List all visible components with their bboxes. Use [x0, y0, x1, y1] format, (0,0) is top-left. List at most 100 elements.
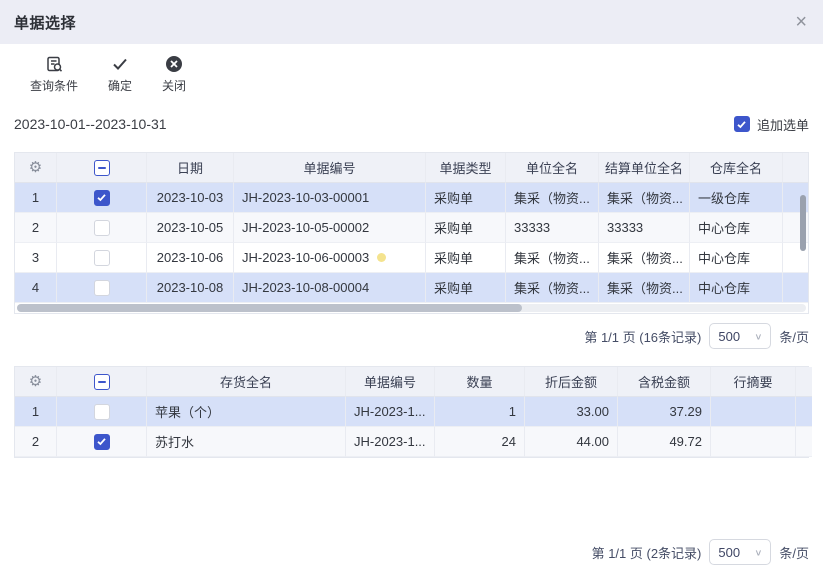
- row-index: 2: [15, 427, 57, 457]
- page-size-value: 500: [718, 544, 741, 560]
- col-header-settle-unit: 结算单位全名: [599, 153, 690, 183]
- column-settings-button[interactable]: ⚙: [15, 367, 57, 397]
- attachment-dot-icon: [377, 253, 387, 262]
- cell-summary: [711, 427, 796, 457]
- confirm-label: 确定: [108, 79, 133, 93]
- cell-doc-no: JH-2023-10-03-00001: [234, 183, 426, 213]
- confirm-check-icon: [111, 54, 129, 74]
- cell-amount: 44.00: [525, 427, 618, 457]
- page-size-unit: 条/页: [779, 545, 809, 561]
- cell-warehouse: 中心仓库: [690, 243, 783, 273]
- cell-doc-type: 采购单: [426, 213, 506, 243]
- vertical-scrollbar-thumb[interactable]: [800, 195, 806, 251]
- page-size-value: 500: [718, 328, 741, 344]
- row-checkbox-cell[interactable]: [57, 243, 147, 273]
- cell-settle-unit: 33333: [599, 213, 690, 243]
- row-checkbox[interactable]: [93, 219, 110, 236]
- select-all-checkbox-cell[interactable]: [57, 153, 147, 183]
- cell-unit: 集采（物资...: [506, 183, 599, 213]
- cell-date: 2023-10-06: [147, 243, 234, 273]
- chevron-down-icon: ∨: [754, 331, 763, 342]
- cell-unit: 33333: [506, 213, 599, 243]
- col-header-doc-type: 单据类型: [426, 153, 506, 183]
- cell-qty: 1: [435, 397, 525, 427]
- col-header-filler: [783, 153, 808, 183]
- close-button[interactable]: 关闭: [162, 54, 186, 94]
- query-conditions-icon: [45, 54, 64, 74]
- items-table-header: ⚙ 存货全名 单据编号 数量 折后金额 含税金额 行摘要: [15, 367, 812, 397]
- cell-date: 2023-10-05: [147, 213, 234, 243]
- append-selection-label: 追加选单: [756, 117, 809, 133]
- gear-icon: ⚙: [28, 373, 43, 390]
- append-selection-toggle[interactable]: 追加选单: [733, 115, 809, 134]
- dialog-close-icon[interactable]: ×: [795, 12, 807, 32]
- col-header-unit: 单位全名: [506, 153, 599, 183]
- table-row[interactable]: 4 2023-10-08 JH-2023-10-08-00004 采购单 集采（…: [15, 273, 808, 303]
- cell-filler: [783, 273, 808, 303]
- table-row[interactable]: 2 苏打水 JH-2023-1... 24 44.00 49.72: [15, 427, 812, 457]
- cell-unit: 集采（物资...: [506, 243, 599, 273]
- row-checkbox[interactable]: [93, 249, 110, 266]
- row-checkbox-cell[interactable]: [57, 183, 147, 213]
- cell-settle-unit: 集采（物资...: [599, 243, 690, 273]
- cell-doc-no-text: JH-2023-10-06-00003: [242, 250, 370, 265]
- chevron-down-icon: ∨: [754, 547, 763, 558]
- row-checkbox[interactable]: [93, 403, 110, 420]
- table-row[interactable]: 3 2023-10-06 JH-2023-10-06-00003 采购单 集采（…: [15, 243, 808, 273]
- col-header-qty: 数量: [435, 367, 525, 397]
- cell-settle-unit: 集采（物资...: [599, 273, 690, 303]
- cell-doc-type: 采购单: [426, 183, 506, 213]
- row-index: 1: [15, 183, 57, 213]
- table-row[interactable]: 1 2023-10-03 JH-2023-10-03-00001 采购单 集采（…: [15, 183, 808, 213]
- filter-row: 2023-10-01--2023-10-31 追加选单: [14, 113, 809, 135]
- page-size-select[interactable]: 500 ∨: [709, 539, 772, 565]
- row-checkbox-cell[interactable]: [57, 397, 147, 427]
- gear-icon: ⚙: [28, 159, 43, 176]
- row-checkbox-cell[interactable]: [57, 427, 147, 457]
- append-selection-checkbox[interactable]: [733, 116, 750, 132]
- col-header-amount: 折后金额: [525, 367, 618, 397]
- horizontal-scrollbar[interactable]: [15, 303, 808, 313]
- row-checkbox[interactable]: [93, 189, 110, 206]
- select-all-checkbox[interactable]: [93, 373, 110, 390]
- cell-filler: [796, 397, 812, 427]
- cell-doc-no: JH-2023-10-05-00002: [234, 213, 426, 243]
- table-row[interactable]: 2 2023-10-05 JH-2023-10-05-00002 采购单 333…: [15, 213, 808, 243]
- column-settings-button[interactable]: ⚙: [15, 153, 57, 183]
- cell-doc-no: JH-2023-10-08-00004: [234, 273, 426, 303]
- page-info: 第 1/1 页 (16条记录): [584, 329, 702, 345]
- row-checkbox[interactable]: [93, 279, 110, 296]
- cell-filler: [796, 427, 812, 457]
- row-checkbox-cell[interactable]: [57, 273, 147, 303]
- documents-table-header: ⚙ 日期 单据编号 单据类型 单位全名 结算单位全名 仓库全名: [15, 153, 808, 183]
- horizontal-scrollbar-track[interactable]: [17, 304, 806, 312]
- row-checkbox-cell[interactable]: [57, 213, 147, 243]
- confirm-button[interactable]: 确定: [108, 54, 132, 94]
- col-header-filler: [796, 367, 812, 397]
- col-header-summary: 行摘要: [711, 367, 796, 397]
- col-header-doc-no: 单据编号: [234, 153, 426, 183]
- dialog-titlebar: 单据选择 ×: [0, 0, 823, 44]
- query-conditions-button[interactable]: 查询条件: [30, 54, 78, 94]
- table-row[interactable]: 1 苹果（个） JH-2023-1... 1 33.00 37.29: [15, 397, 812, 427]
- query-conditions-label: 查询条件: [30, 79, 79, 93]
- horizontal-scrollbar-thumb[interactable]: [17, 304, 522, 312]
- page-size-select[interactable]: 500 ∨: [709, 323, 772, 349]
- col-header-tax-amount: 含税金额: [618, 367, 711, 397]
- cell-tax-amount: 49.72: [618, 427, 711, 457]
- row-index: 2: [15, 213, 57, 243]
- dialog-title: 单据选择: [14, 14, 77, 32]
- cell-qty: 24: [435, 427, 525, 457]
- select-all-checkbox[interactable]: [93, 159, 110, 176]
- cell-doc-no: JH-2023-10-06-00003: [234, 243, 426, 273]
- date-range-text: 2023-10-01--2023-10-31: [14, 116, 167, 132]
- select-all-checkbox-cell[interactable]: [57, 367, 147, 397]
- cell-date: 2023-10-03: [147, 183, 234, 213]
- page-size-unit: 条/页: [779, 329, 809, 345]
- cell-date: 2023-10-08: [147, 273, 234, 303]
- cell-unit: 集采（物资...: [506, 273, 599, 303]
- col-header-item-name: 存货全名: [147, 367, 346, 397]
- row-index: 1: [15, 397, 57, 427]
- cell-warehouse: 中心仓库: [690, 213, 783, 243]
- row-checkbox[interactable]: [93, 433, 110, 450]
